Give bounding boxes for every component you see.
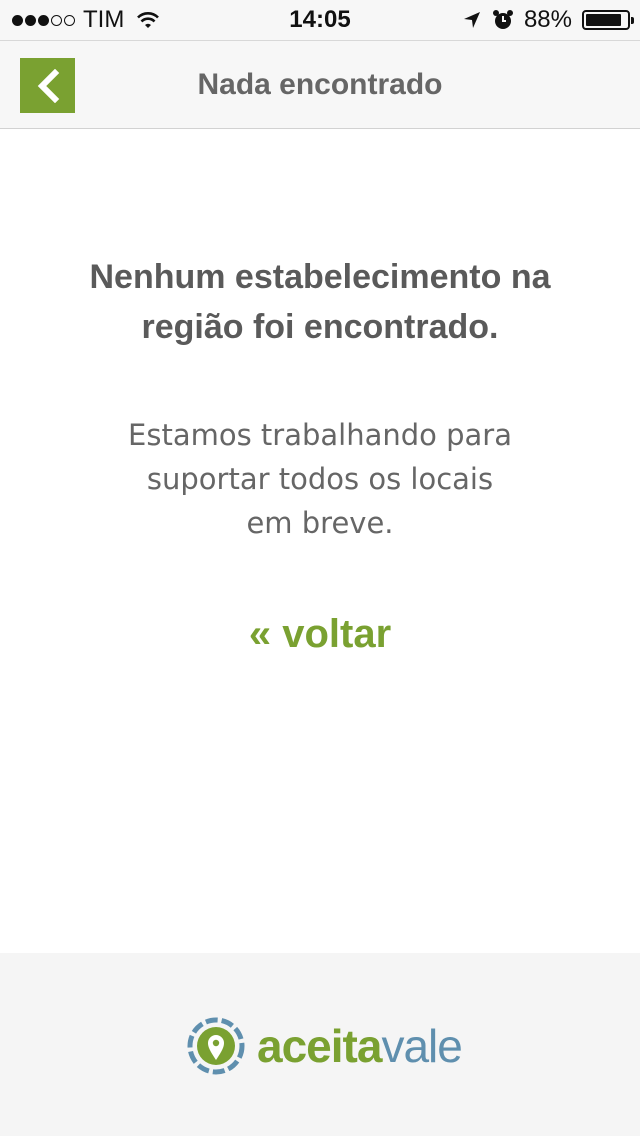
footer: aceitavale <box>0 953 640 1136</box>
logo-part-vale: vale <box>381 1020 462 1072</box>
heading-line: região foi encontrado. <box>141 308 499 346</box>
heading-line: Nenhum estabelecimento na <box>89 258 551 296</box>
battery-icon <box>582 10 634 30</box>
alarm-clock-icon <box>492 10 513 29</box>
logo-wordmark: aceitavale <box>257 1017 463 1075</box>
navigation-bar: Nada encontrado <box>0 40 640 129</box>
status-bar: TIM 14:05 88% <box>0 0 640 40</box>
battery-fill <box>586 14 622 26</box>
message-line: em breve. <box>246 506 394 540</box>
location-arrow-icon <box>463 12 480 28</box>
battery-tip <box>631 17 634 24</box>
empty-state-heading: Nenhum estabelecimento na região foi enc… <box>40 252 600 352</box>
status-right: 88% <box>462 0 634 40</box>
message-line: Estamos trabalhando para <box>128 418 512 452</box>
map-pin-logo-icon <box>187 1017 245 1075</box>
page-title: Nada encontrado <box>197 68 443 101</box>
message-line: suportar todos os locais <box>146 462 494 496</box>
battery-percent: 88% <box>523 6 572 33</box>
logo-part-aceita: aceita <box>257 1020 382 1072</box>
brand-logo: aceitavale <box>187 1017 463 1075</box>
back-link[interactable]: « voltar <box>0 612 640 657</box>
empty-state-message: Estamos trabalhando para suportar todos … <box>90 413 550 545</box>
